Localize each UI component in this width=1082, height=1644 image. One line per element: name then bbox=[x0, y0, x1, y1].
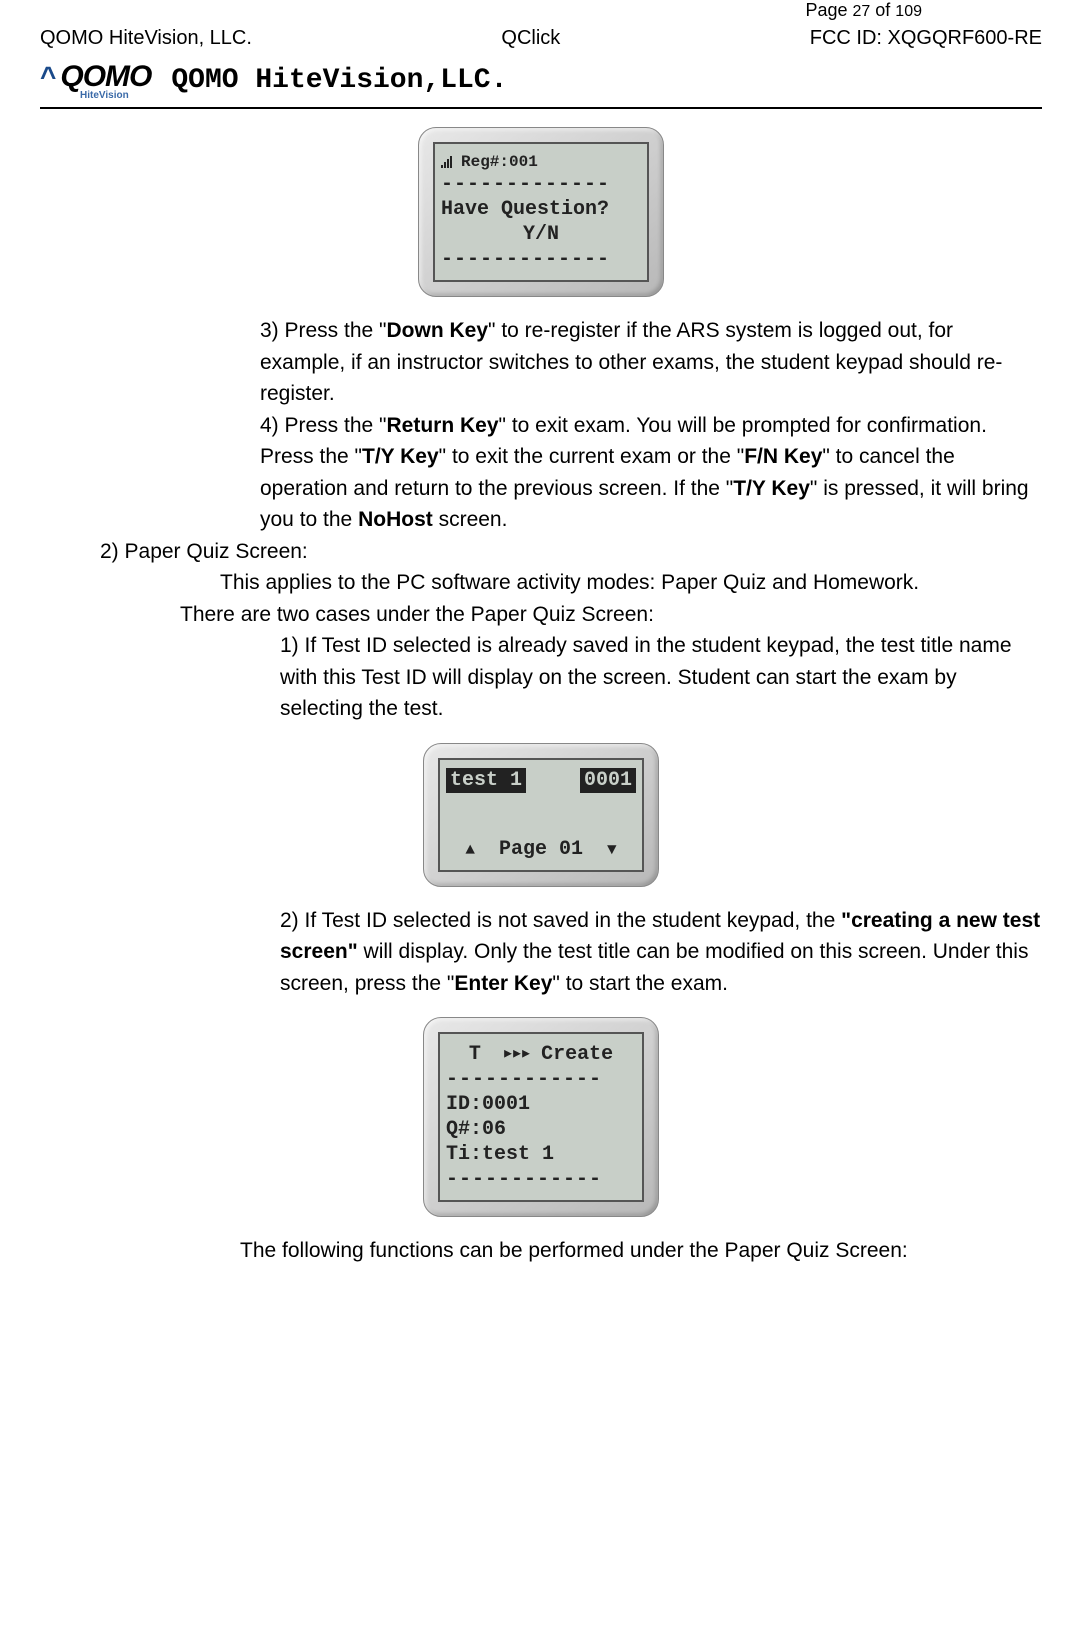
title-row: ^ QOMO HiteVision QOMO HiteVision,LLC. bbox=[40, 60, 1042, 109]
fig3-t: T bbox=[469, 1043, 481, 1066]
p4d: T/Y Key bbox=[362, 445, 439, 468]
footer-line: The following functions can be performed… bbox=[240, 1235, 1042, 1267]
p4e: " to exit the current exam or the " bbox=[439, 445, 745, 468]
figure-test-list: test 1 0001 ▲ Page 01 ▼ bbox=[40, 743, 1042, 887]
fig2-page-prefix: Page bbox=[499, 838, 559, 861]
header-right: FCC ID: XQGQRF600-RE bbox=[810, 27, 1042, 50]
fig3-q: Q#:06 bbox=[446, 1117, 636, 1142]
figure-create-test: T ▸▸▸ Create ------------ ID:0001 Q#:06 … bbox=[40, 1017, 1042, 1217]
fig2-test: test 1 bbox=[446, 768, 526, 793]
fig1-reg: Reg#:001 bbox=[461, 152, 538, 172]
sec2-p1-text: This applies to the PC software activity… bbox=[220, 571, 919, 594]
figure-have-question: Reg#:001 ------------- Have Question? Y/… bbox=[40, 127, 1042, 297]
p4f: F/N Key bbox=[744, 445, 822, 468]
p4k: screen. bbox=[433, 508, 508, 531]
fig1-dashes-bottom: ------------- bbox=[441, 247, 641, 272]
header-center: QClick bbox=[501, 27, 560, 50]
case-2: 2) If Test ID selected is not saved in t… bbox=[280, 905, 1042, 1000]
p4b: Return Key bbox=[387, 414, 499, 437]
case-1: 1) If Test ID selected is already saved … bbox=[280, 630, 1042, 725]
header-left: QOMO HiteVision, LLC. bbox=[40, 27, 252, 50]
header-row: QOMO HiteVision, LLC. QClick FCC ID: XQG… bbox=[40, 27, 1042, 50]
section-2-heading: 2) Paper Quiz Screen: bbox=[100, 536, 1042, 568]
p4a: 4) Press the " bbox=[260, 414, 387, 437]
case2d: Enter Key bbox=[454, 972, 552, 995]
logo-main: QOMO bbox=[60, 60, 151, 94]
fig3-dashes-bottom: ------------ bbox=[446, 1167, 636, 1192]
p3b: Down Key bbox=[387, 319, 489, 342]
case2e: " to start the exam. bbox=[552, 972, 728, 995]
section-2-p1: This applies to the PC software activity… bbox=[180, 567, 1042, 599]
page-total: 109 bbox=[895, 3, 922, 20]
section-2-p2: There are two cases under the Paper Quiz… bbox=[180, 599, 1042, 631]
triangle-down-icon: ▼ bbox=[607, 841, 617, 859]
case2a: 2) If Test ID selected is not saved in t… bbox=[280, 909, 841, 932]
fig3-id: ID:0001 bbox=[446, 1092, 636, 1117]
fig1-dashes-top: ------------- bbox=[441, 172, 641, 197]
logo-caret-icon: ^ bbox=[40, 61, 56, 93]
page-number: Page 27 of 109 bbox=[40, 0, 1042, 21]
triangle-up-icon: ▲ bbox=[465, 841, 475, 859]
page-current: 27 bbox=[852, 3, 870, 20]
p4h: T/Y Key bbox=[733, 477, 810, 500]
logo: ^ QOMO HiteVision bbox=[40, 60, 151, 101]
fig3-ti: Ti:test 1 bbox=[446, 1142, 636, 1167]
fig1-yn: Y/N bbox=[441, 222, 641, 247]
fig1-question: Have Question? bbox=[441, 197, 641, 222]
step-4: 4) Press the "Return Key" to exit exam. … bbox=[260, 410, 1042, 536]
page-prefix: Page bbox=[805, 0, 852, 20]
signal-icon bbox=[441, 156, 455, 168]
step-3: 3) Press the "Down Key" to re-register i… bbox=[260, 315, 1042, 410]
fig2-page-num: 01 bbox=[559, 838, 583, 861]
play-icon: ▸▸▸ bbox=[493, 1043, 529, 1066]
fig3-dashes-top: ------------ bbox=[446, 1067, 636, 1092]
page-of: of bbox=[870, 0, 895, 20]
fig2-id: 0001 bbox=[580, 768, 636, 793]
p3a: 3) Press the " bbox=[260, 319, 387, 342]
company-title: QOMO HiteVision,LLC. bbox=[171, 65, 507, 96]
fig3-create: Create bbox=[541, 1043, 613, 1066]
p4j: NoHost bbox=[358, 508, 433, 531]
